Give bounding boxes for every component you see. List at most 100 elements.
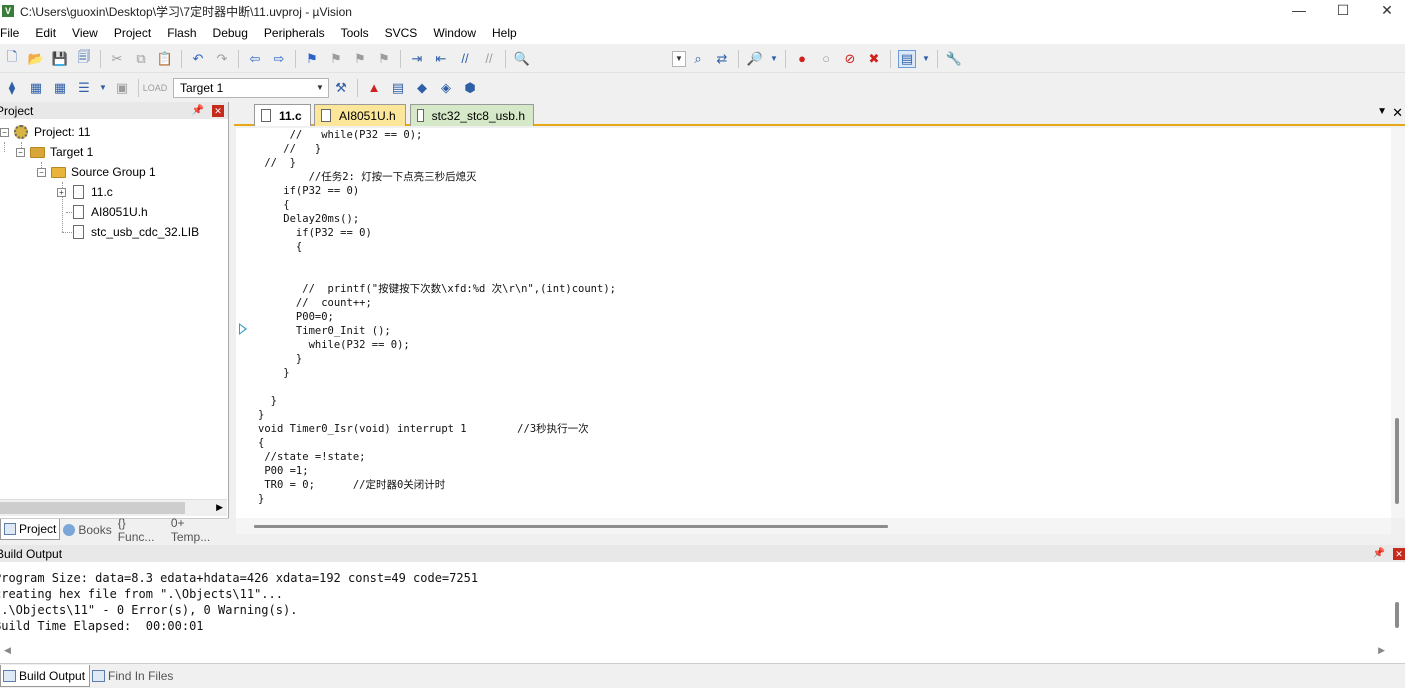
window-layout-icon[interactable]: ▤ — [898, 49, 916, 68]
disable-breakpoints-icon[interactable]: ⊘ — [841, 50, 859, 68]
save-icon[interactable]: 💾 — [51, 50, 69, 68]
code-line[interactable]: void Timer0_Isr(void) interrupt 1 //3秒执行… — [258, 422, 589, 436]
close-tab-icon[interactable]: ✕ — [1392, 105, 1403, 121]
code-line[interactable]: // while(P32 == 0); — [258, 128, 423, 142]
undo-icon[interactable]: ↶ — [189, 50, 207, 68]
copy-icon[interactable]: ⧉ — [132, 50, 150, 68]
target-options-icon[interactable]: ⚒ — [332, 79, 350, 97]
tab-functions[interactable]: {} Func... — [115, 516, 168, 544]
code-line[interactable]: TR0 = 0; //定时器0关闭计时 — [258, 478, 445, 492]
insert-breakpoint-icon[interactable]: ● — [793, 50, 811, 68]
code-line[interactable]: } — [258, 352, 302, 366]
pin-icon[interactable]: 📌 — [1373, 548, 1385, 559]
batch-build-icon[interactable]: ☰ — [75, 79, 93, 97]
tab-templates[interactable]: 0+ Temp... — [168, 516, 229, 544]
kill-breakpoints-icon[interactable]: ✖ — [865, 50, 883, 68]
tab-books[interactable]: Books — [60, 519, 114, 540]
target-select[interactable]: Target 1 ▼ — [173, 77, 329, 98]
translate-icon[interactable]: ⧫ — [3, 79, 21, 97]
scroll-right-icon[interactable]: ▶ — [1378, 645, 1385, 656]
code-line[interactable]: // } — [258, 142, 321, 156]
scrollbar-thumb[interactable] — [254, 525, 888, 528]
tree-item-file[interactable]: AI8051U.h — [70, 202, 148, 222]
bookmark-icon[interactable]: ⚑ — [303, 50, 321, 68]
menu-peripherals[interactable]: Peripherals — [256, 22, 333, 44]
tab-build-output[interactable]: Build Output — [0, 665, 91, 687]
cut-icon[interactable]: ✂ — [108, 50, 126, 68]
menu-project[interactable]: Project — [106, 22, 159, 44]
unindent-icon[interactable]: ⇤ — [432, 50, 450, 68]
tab-stc32-stc8-usb-h[interactable]: stc32_stc8_usb.h — [410, 104, 534, 126]
scroll-left-icon[interactable]: ◀ — [4, 645, 11, 656]
code-line[interactable]: } — [258, 408, 264, 422]
scroll-right-icon[interactable]: ▶ — [216, 502, 223, 513]
code-line[interactable]: // printf("按键按下次数\xfd:%d 次\r\n",(int)cou… — [258, 282, 616, 296]
tree-item-file[interactable]: stc_usb_cdc_32.LIB — [70, 222, 199, 242]
expand-icon[interactable]: + — [57, 187, 66, 197]
code-line[interactable]: // } — [258, 156, 296, 170]
collapse-icon[interactable]: − — [37, 167, 46, 177]
tab-11-c[interactable]: 11.c — [254, 104, 311, 126]
tree-item-source-group[interactable]: − Source Group 1 — [37, 162, 156, 182]
redo-icon[interactable]: ↷ — [213, 50, 231, 68]
clear-bookmarks-icon[interactable]: ⚑ — [375, 50, 393, 68]
incremental-find-icon[interactable]: ⇄ — [713, 50, 731, 68]
tab-list-dropdown-icon[interactable]: ▼ — [1377, 106, 1387, 117]
menu-tools[interactable]: Tools — [333, 22, 377, 44]
find-icon[interactable]: ⌕ — [689, 50, 707, 68]
chevron-down-icon[interactable]: ▼ — [99, 79, 107, 97]
code-line[interactable]: P00 =1; — [258, 464, 308, 478]
open-file-icon[interactable]: 📂 — [27, 50, 45, 68]
chevron-down-icon[interactable]: ▼ — [922, 50, 930, 68]
enable-breakpoint-icon[interactable]: ○ — [817, 50, 835, 68]
tree-item-target[interactable]: − Target 1 — [16, 142, 93, 162]
collapse-icon[interactable]: − — [0, 127, 9, 137]
menu-flash[interactable]: Flash — [159, 22, 204, 44]
menu-window[interactable]: Window — [425, 22, 484, 44]
tree-item-project[interactable]: − Project: 11 — [0, 122, 90, 142]
manage-multi-project-icon[interactable]: ▤ — [389, 79, 407, 97]
close-icon[interactable]: ✕ — [212, 104, 224, 117]
code-line[interactable]: { — [258, 436, 264, 450]
scrollbar-thumb[interactable] — [1395, 602, 1399, 628]
stop-build-icon[interactable]: ▣ — [113, 79, 131, 97]
tab-project[interactable]: Project — [0, 519, 61, 540]
next-bookmark-icon[interactable]: ⚑ — [351, 50, 369, 68]
prev-bookmark-icon[interactable]: ⚑ — [327, 50, 345, 68]
code-line[interactable]: //state =!state; — [258, 450, 365, 464]
manage-run-time-env-icon[interactable]: ◆ — [413, 79, 431, 97]
navigate-back-icon[interactable]: ⇦ — [246, 50, 264, 68]
navigate-forward-icon[interactable]: ⇨ — [270, 50, 288, 68]
code-line[interactable]: } — [258, 394, 277, 408]
editor-vertical-scrollbar[interactable] — [1391, 128, 1405, 518]
build-icon[interactable]: ▦ — [27, 79, 45, 97]
code-line[interactable]: if(P32 == 0) — [258, 226, 372, 240]
menu-help[interactable]: Help — [484, 22, 525, 44]
find-in-files-icon[interactable]: 🔍 — [513, 50, 531, 68]
editor-gutter[interactable] — [236, 128, 256, 518]
project-horizontal-scrollbar[interactable]: ▶ — [0, 499, 227, 516]
comment-icon[interactable]: // — [456, 50, 474, 68]
code-line[interactable]: // count++; — [258, 296, 372, 310]
pack-installer-icon[interactable]: ⬢ — [461, 79, 479, 97]
tree-item-file[interactable]: + 11.c — [57, 182, 113, 202]
close-button[interactable]: ✕ — [1364, 0, 1405, 22]
code-line[interactable]: //任务2: 灯按一下点亮三秒后熄灭 — [258, 170, 477, 184]
code-line[interactable]: while(P32 == 0); — [258, 338, 410, 352]
code-line[interactable]: } — [258, 366, 289, 380]
download-icon[interactable]: LOAD — [143, 79, 168, 97]
manage-project-items-icon[interactable]: ▲ — [365, 79, 383, 97]
menu-view[interactable]: View — [64, 22, 106, 44]
tab-find-in-files[interactable]: Find In Files — [90, 665, 177, 687]
code-line[interactable]: if(P32 == 0) — [258, 184, 359, 198]
menu-debug[interactable]: Debug — [205, 22, 256, 44]
new-file-icon[interactable]: 🗋 — [3, 49, 21, 68]
editor-horizontal-scrollbar[interactable] — [236, 518, 1391, 534]
build-output-horizontal-scrollbar[interactable]: ◀ ▶ — [0, 645, 1405, 659]
code-line[interactable]: Timer0_Init (); — [258, 324, 391, 338]
code-line[interactable]: } — [258, 492, 264, 506]
code-line[interactable]: Delay20ms(); — [258, 212, 359, 226]
configure-icon[interactable]: 🔧 — [945, 50, 963, 68]
find-combo-dropdown[interactable]: ▼ — [672, 50, 686, 67]
collapse-icon[interactable]: − — [16, 147, 25, 157]
